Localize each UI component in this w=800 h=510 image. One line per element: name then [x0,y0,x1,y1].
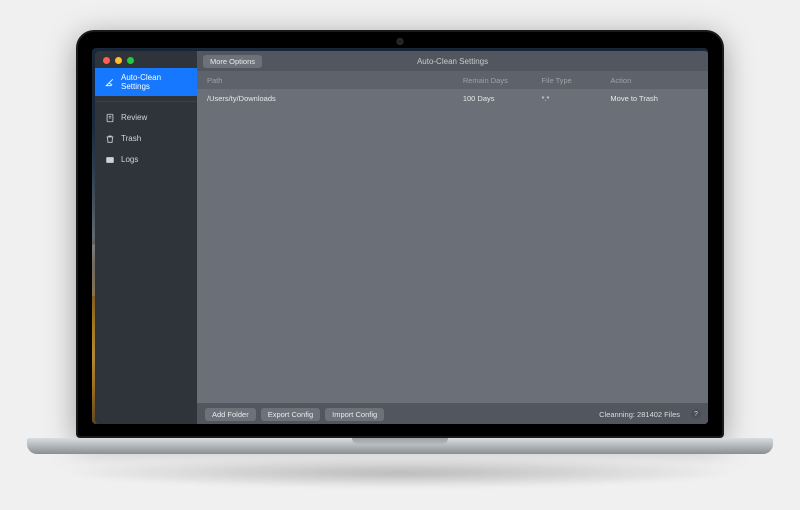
column-header-file-type: File Type [542,76,611,85]
camera-icon [398,39,403,44]
table-header: Path Remain Days File Type Action [197,71,708,89]
laptop-notch [352,438,448,444]
sidebar-item-logs[interactable]: Logs [95,149,197,170]
desktop-wallpaper: Auto-Clean Settings Review Trash [92,48,708,424]
export-config-button[interactable]: Export Config [261,408,320,421]
table-row[interactable]: /Users/ty/Downloads 100 Days *.* Move to… [197,89,708,108]
sidebar-item-auto-clean-settings[interactable]: Auto-Clean Settings [95,68,197,96]
cell-path: /Users/ty/Downloads [207,94,463,103]
sidebar: Auto-Clean Settings Review Trash [95,51,197,424]
laptop-base [27,438,773,454]
sidebar-item-label: Review [121,113,147,122]
sidebar-item-review[interactable]: Review [95,107,197,128]
help-icon[interactable]: ? [691,409,701,419]
column-header-remain-days: Remain Days [463,76,542,85]
close-icon[interactable] [103,57,110,64]
page-title: Auto-Clean Settings [262,57,643,66]
window-controls [95,51,197,68]
document-icon [104,112,115,123]
column-header-path: Path [207,76,463,85]
cell-remain-days: 100 Days [463,94,542,103]
sidebar-divider [95,101,197,102]
sidebar-item-label: Trash [121,134,141,143]
topbar: More Options Auto-Clean Settings [197,51,708,71]
table-body: /Users/ty/Downloads 100 Days *.* Move to… [197,89,708,403]
zoom-icon[interactable] [127,57,134,64]
cell-action: Move to Trash [610,94,699,103]
add-folder-button[interactable]: Add Folder [205,408,256,421]
column-header-action: Action [610,76,699,85]
broom-icon [104,77,115,88]
sidebar-item-label: Auto-Clean Settings [121,73,188,91]
sidebar-item-trash[interactable]: Trash [95,128,197,149]
status-text: Cleanning: 281402 Files [599,410,680,419]
cell-file-type: *.* [542,94,611,103]
minimize-icon[interactable] [115,57,122,64]
trash-icon [104,133,115,144]
more-options-button[interactable]: More Options [203,55,262,68]
app-window: Auto-Clean Settings Review Trash [95,51,708,424]
terminal-icon [104,154,115,165]
bottombar: Add Folder Export Config Import Config C… [197,403,708,424]
sidebar-item-label: Logs [121,155,138,164]
laptop-shadow [60,458,740,488]
import-config-button[interactable]: Import Config [325,408,384,421]
main-panel: More Options Auto-Clean Settings Path Re… [197,51,708,424]
laptop-bezel: Auto-Clean Settings Review Trash [76,30,724,438]
